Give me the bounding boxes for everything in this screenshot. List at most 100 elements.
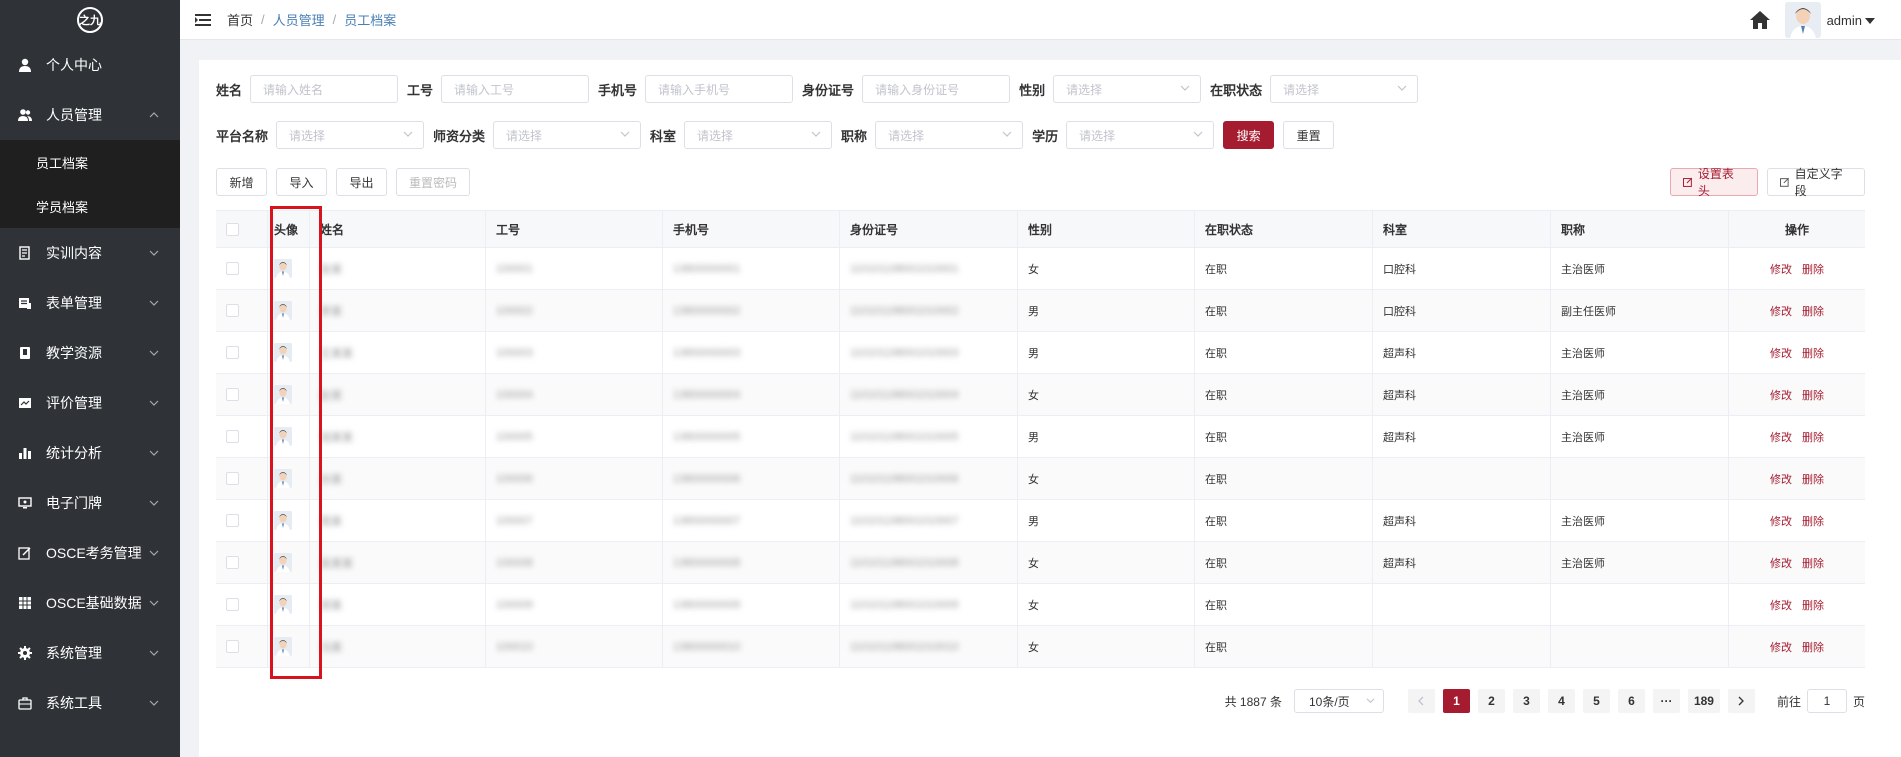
page-button[interactable]: 5 bbox=[1582, 689, 1610, 713]
filter-select[interactable]: 请选择 bbox=[493, 121, 642, 149]
sidebar-item-6[interactable]: 统计分析 bbox=[0, 428, 180, 478]
menu-toggle-icon[interactable] bbox=[195, 13, 211, 27]
filter-select[interactable]: 请选择 bbox=[875, 121, 1024, 149]
filter-select[interactable]: 请选择 bbox=[684, 121, 833, 149]
sidebar-item-0[interactable]: 个人中心 bbox=[0, 40, 180, 90]
edit-link[interactable]: 修改 bbox=[1770, 345, 1792, 361]
delete-link[interactable]: 删除 bbox=[1802, 303, 1824, 319]
avatar[interactable] bbox=[274, 259, 292, 278]
avatar[interactable] bbox=[274, 343, 292, 362]
name-cell: 钱某某 bbox=[310, 416, 486, 457]
filter-input[interactable]: 请输入姓名 bbox=[250, 75, 399, 103]
sidebar-item-10[interactable]: 系统管理 bbox=[0, 628, 180, 678]
row-checkbox[interactable] bbox=[226, 430, 239, 443]
import-button[interactable]: 导入 bbox=[276, 168, 327, 196]
select-all-checkbox[interactable] bbox=[226, 222, 239, 236]
search-button[interactable]: 搜索 bbox=[1223, 121, 1275, 149]
page-button[interactable]: 2 bbox=[1477, 689, 1505, 713]
filter-select[interactable]: 请选择 bbox=[1053, 75, 1202, 103]
delete-link[interactable]: 删除 bbox=[1802, 429, 1824, 445]
row-checkbox[interactable] bbox=[226, 556, 239, 569]
page-size-select[interactable]: 10条/页 bbox=[1293, 689, 1384, 713]
sidebar-subitem-1[interactable]: 学员档案 bbox=[0, 184, 180, 228]
delete-link[interactable]: 删除 bbox=[1802, 387, 1824, 403]
add-button[interactable]: 新增 bbox=[216, 168, 267, 196]
delete-link[interactable]: 删除 bbox=[1802, 639, 1824, 655]
reset-password-button[interactable]: 重置密码 bbox=[396, 168, 470, 196]
sidebar-item-4[interactable]: 教学资源 bbox=[0, 328, 180, 378]
user-name-dropdown[interactable]: admin bbox=[1827, 13, 1875, 28]
delete-link[interactable]: 删除 bbox=[1802, 471, 1824, 487]
page-button[interactable]: 4 bbox=[1547, 689, 1575, 713]
breadcrumb-home[interactable]: 首页 bbox=[227, 10, 253, 29]
row-checkbox[interactable] bbox=[226, 346, 239, 359]
sidebar-item-3[interactable]: 表单管理 bbox=[0, 278, 180, 328]
goto-page-input[interactable]: 1 bbox=[1806, 689, 1847, 713]
breadcrumb: 首页 / 人员管理 / 员工档案 bbox=[227, 10, 396, 29]
sidebar-item-2[interactable]: 实训内容 bbox=[0, 228, 180, 278]
page-button[interactable]: 3 bbox=[1512, 689, 1540, 713]
filter-select[interactable]: 请选择 bbox=[1066, 121, 1215, 149]
row-checkbox[interactable] bbox=[226, 640, 239, 653]
export-button[interactable]: 导出 bbox=[336, 168, 387, 196]
sidebar-subitem-0[interactable]: 员工档案 bbox=[0, 140, 180, 184]
avatar[interactable] bbox=[274, 469, 292, 488]
avatar[interactable] bbox=[274, 385, 292, 404]
sidebar-item-9[interactable]: OSCE基础数据 bbox=[0, 578, 180, 628]
avatar[interactable] bbox=[274, 637, 292, 656]
page-button[interactable]: 189 bbox=[1687, 689, 1720, 713]
avatar[interactable] bbox=[274, 511, 292, 530]
avatar[interactable] bbox=[274, 301, 292, 320]
edit-link[interactable]: 修改 bbox=[1770, 471, 1792, 487]
filter-select[interactable]: 请选择 bbox=[276, 121, 425, 149]
edit-link[interactable]: 修改 bbox=[1770, 555, 1792, 571]
custom-field-button[interactable]: 自定义字段 bbox=[1767, 167, 1865, 198]
sidebar-item-1[interactable]: 人员管理 bbox=[0, 90, 180, 140]
edit-link[interactable]: 修改 bbox=[1770, 387, 1792, 403]
delete-link[interactable]: 删除 bbox=[1802, 555, 1824, 571]
row-checkbox-cell bbox=[216, 500, 268, 541]
edit-link[interactable]: 修改 bbox=[1770, 639, 1792, 655]
row-checkbox[interactable] bbox=[226, 304, 239, 317]
avatar[interactable] bbox=[274, 553, 292, 572]
filter-row-1: 姓名 请输入姓名 工号 请输入工号 手机号 请输入手机号 身份证号 请输入身份证号 性别 请选择在… bbox=[216, 75, 1427, 103]
edit-link[interactable]: 修改 bbox=[1770, 261, 1792, 277]
delete-link[interactable]: 删除 bbox=[1802, 261, 1824, 277]
page-button[interactable]: 1 bbox=[1442, 689, 1470, 713]
filter-input[interactable]: 请输入工号 bbox=[441, 75, 590, 103]
reset-button[interactable]: 重置 bbox=[1283, 121, 1335, 149]
avatar[interactable] bbox=[274, 427, 292, 446]
row-checkbox[interactable] bbox=[226, 472, 239, 485]
operation-cell: 修改 删除 bbox=[1729, 584, 1865, 625]
edit-link[interactable]: 修改 bbox=[1770, 303, 1792, 319]
breadcrumb-personnel[interactable]: 人员管理 bbox=[273, 10, 325, 29]
user-avatar[interactable] bbox=[1784, 2, 1821, 38]
row-checkbox[interactable] bbox=[226, 262, 239, 275]
delete-link[interactable]: 删除 bbox=[1802, 345, 1824, 361]
column-header: 姓名 bbox=[310, 211, 486, 247]
home-icon[interactable] bbox=[1749, 10, 1771, 30]
avatar[interactable] bbox=[274, 595, 292, 614]
next-page-button[interactable] bbox=[1727, 689, 1755, 713]
sidebar-item-8[interactable]: OSCE考务管理 bbox=[0, 528, 180, 578]
filter-input[interactable]: 请输入身份证号 bbox=[862, 75, 1011, 103]
filter-input[interactable]: 请输入手机号 bbox=[645, 75, 794, 103]
row-checkbox[interactable] bbox=[226, 598, 239, 611]
set-header-button[interactable]: 设置表头 bbox=[1670, 167, 1758, 198]
filter-select[interactable]: 请选择 bbox=[1270, 75, 1419, 103]
page-button[interactable]: 6 bbox=[1617, 689, 1645, 713]
edit-link[interactable]: 修改 bbox=[1770, 513, 1792, 529]
page-button[interactable]: ··· bbox=[1652, 689, 1680, 713]
sidebar-item-7[interactable]: 电子门牌 bbox=[0, 478, 180, 528]
row-checkbox[interactable] bbox=[226, 514, 239, 527]
prev-page-button[interactable] bbox=[1407, 689, 1435, 713]
delete-link[interactable]: 删除 bbox=[1802, 513, 1824, 529]
delete-link[interactable]: 删除 bbox=[1802, 597, 1824, 613]
sidebar-item-11[interactable]: 系统工具 bbox=[0, 678, 180, 728]
chevron-down-icon bbox=[149, 550, 159, 556]
edit-link[interactable]: 修改 bbox=[1770, 429, 1792, 445]
chevron-up-icon bbox=[149, 112, 159, 118]
row-checkbox[interactable] bbox=[226, 388, 239, 401]
edit-link[interactable]: 修改 bbox=[1770, 597, 1792, 613]
sidebar-item-5[interactable]: 评价管理 bbox=[0, 378, 180, 428]
